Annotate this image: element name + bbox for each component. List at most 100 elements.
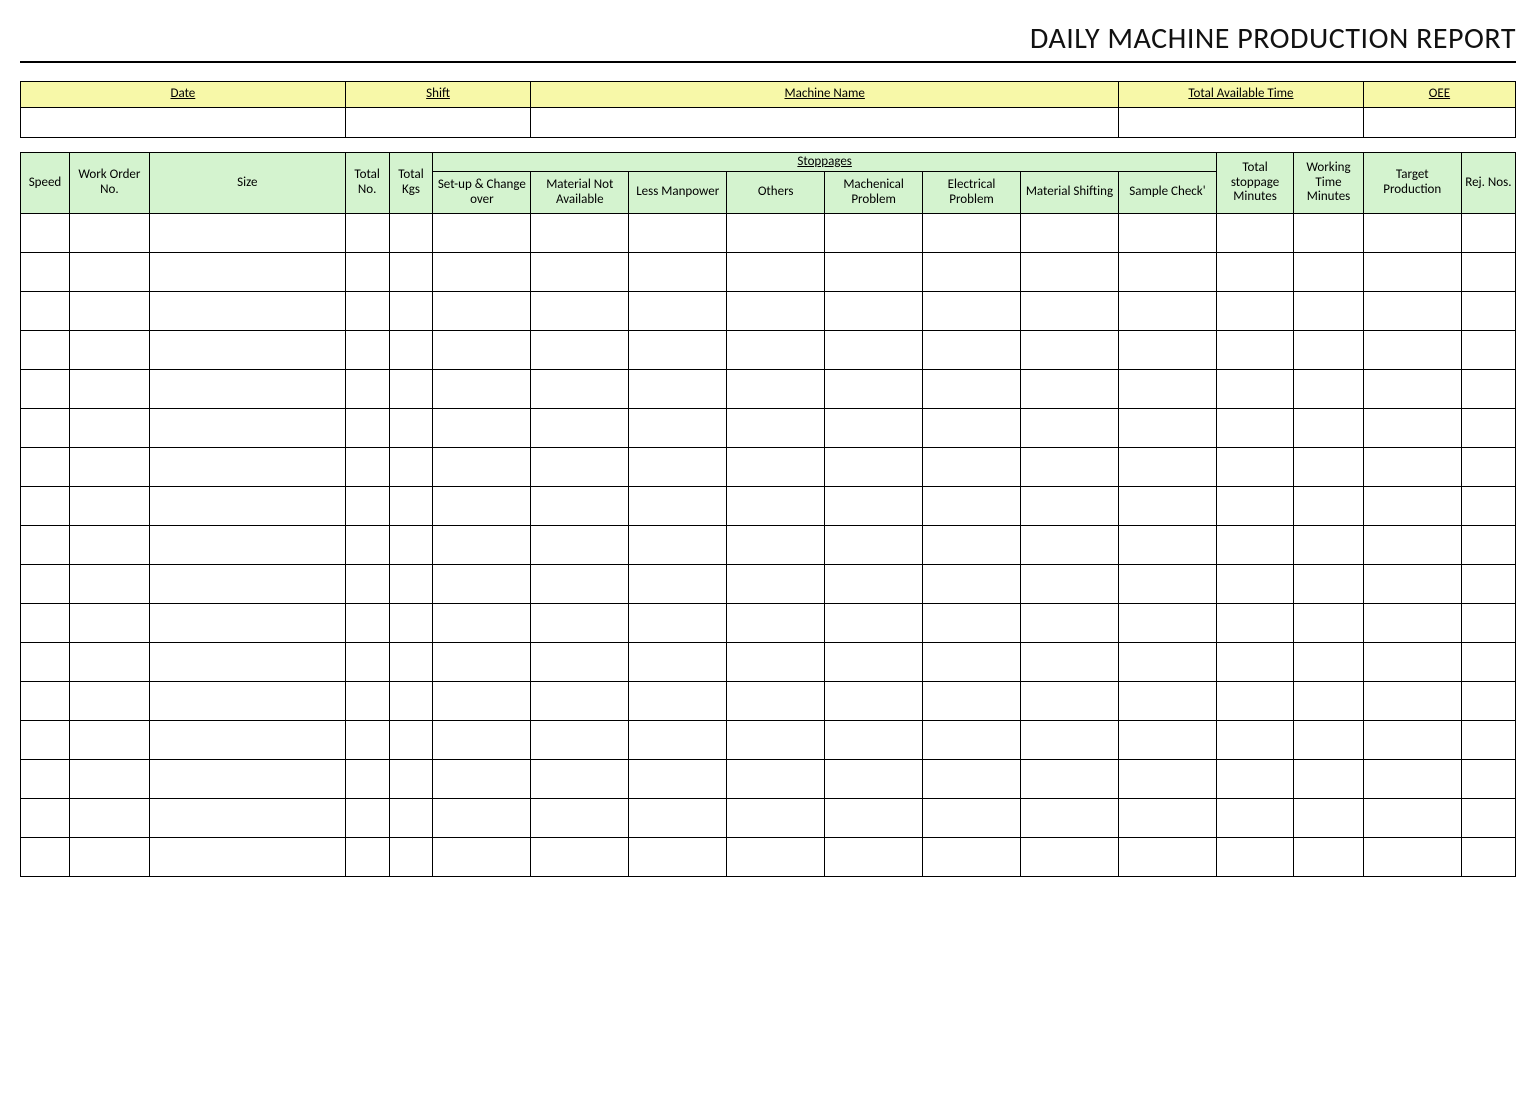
table-cell[interactable] — [389, 526, 433, 565]
table-cell[interactable] — [1294, 799, 1364, 838]
table-cell[interactable] — [1021, 643, 1119, 682]
table-cell[interactable] — [1461, 487, 1515, 526]
table-cell[interactable] — [1461, 565, 1515, 604]
info-value-oee[interactable] — [1363, 108, 1515, 138]
table-cell[interactable] — [531, 331, 629, 370]
table-cell[interactable] — [1294, 604, 1364, 643]
table-cell[interactable] — [1216, 643, 1293, 682]
table-cell[interactable] — [825, 292, 923, 331]
table-cell[interactable] — [1021, 487, 1119, 526]
table-cell[interactable] — [345, 331, 389, 370]
table-cell[interactable] — [531, 370, 629, 409]
table-cell[interactable] — [21, 409, 70, 448]
table-cell[interactable] — [21, 292, 70, 331]
table-cell[interactable] — [149, 799, 345, 838]
table-cell[interactable] — [1021, 448, 1119, 487]
table-cell[interactable] — [433, 604, 531, 643]
table-cell[interactable] — [825, 370, 923, 409]
table-cell[interactable] — [923, 487, 1021, 526]
table-cell[interactable] — [531, 214, 629, 253]
table-cell[interactable] — [21, 604, 70, 643]
table-cell[interactable] — [389, 331, 433, 370]
table-cell[interactable] — [1294, 760, 1364, 799]
table-cell[interactable] — [1021, 760, 1119, 799]
table-cell[interactable] — [727, 760, 825, 799]
table-cell[interactable] — [1294, 370, 1364, 409]
table-cell[interactable] — [433, 448, 531, 487]
table-cell[interactable] — [1363, 838, 1461, 877]
table-cell[interactable] — [1118, 526, 1216, 565]
table-cell[interactable] — [629, 409, 727, 448]
table-cell[interactable] — [531, 760, 629, 799]
table-cell[interactable] — [531, 799, 629, 838]
table-cell[interactable] — [1461, 604, 1515, 643]
table-cell[interactable] — [69, 526, 149, 565]
table-cell[interactable] — [1118, 409, 1216, 448]
table-cell[interactable] — [1118, 760, 1216, 799]
table-cell[interactable] — [531, 565, 629, 604]
table-cell[interactable] — [433, 682, 531, 721]
table-cell[interactable] — [923, 643, 1021, 682]
table-cell[interactable] — [1118, 448, 1216, 487]
table-cell[interactable] — [1461, 721, 1515, 760]
table-cell[interactable] — [727, 799, 825, 838]
table-cell[interactable] — [727, 292, 825, 331]
table-cell[interactable] — [1216, 604, 1293, 643]
table-cell[interactable] — [531, 448, 629, 487]
table-cell[interactable] — [825, 799, 923, 838]
table-cell[interactable] — [433, 760, 531, 799]
table-cell[interactable] — [433, 487, 531, 526]
table-cell[interactable] — [1461, 214, 1515, 253]
table-cell[interactable] — [1118, 643, 1216, 682]
table-cell[interactable] — [825, 565, 923, 604]
table-cell[interactable] — [531, 604, 629, 643]
table-cell[interactable] — [433, 370, 531, 409]
table-cell[interactable] — [531, 526, 629, 565]
table-cell[interactable] — [21, 487, 70, 526]
table-cell[interactable] — [433, 565, 531, 604]
table-cell[interactable] — [345, 565, 389, 604]
table-cell[interactable] — [389, 760, 433, 799]
table-cell[interactable] — [1021, 292, 1119, 331]
table-cell[interactable] — [923, 253, 1021, 292]
table-cell[interactable] — [1294, 721, 1364, 760]
table-cell[interactable] — [923, 370, 1021, 409]
table-cell[interactable] — [345, 409, 389, 448]
table-cell[interactable] — [727, 643, 825, 682]
table-cell[interactable] — [149, 643, 345, 682]
table-cell[interactable] — [1461, 643, 1515, 682]
table-cell[interactable] — [629, 682, 727, 721]
table-cell[interactable] — [433, 526, 531, 565]
table-cell[interactable] — [1118, 253, 1216, 292]
table-cell[interactable] — [825, 604, 923, 643]
table-cell[interactable] — [1216, 760, 1293, 799]
table-cell[interactable] — [21, 799, 70, 838]
table-cell[interactable] — [1216, 409, 1293, 448]
table-cell[interactable] — [389, 253, 433, 292]
table-cell[interactable] — [345, 292, 389, 331]
table-cell[interactable] — [1021, 214, 1119, 253]
table-cell[interactable] — [1461, 838, 1515, 877]
table-cell[interactable] — [1461, 370, 1515, 409]
table-cell[interactable] — [149, 214, 345, 253]
table-cell[interactable] — [1216, 214, 1293, 253]
table-cell[interactable] — [1216, 292, 1293, 331]
table-cell[interactable] — [1021, 253, 1119, 292]
table-cell[interactable] — [433, 838, 531, 877]
table-cell[interactable] — [21, 526, 70, 565]
table-cell[interactable] — [389, 682, 433, 721]
table-cell[interactable] — [1461, 799, 1515, 838]
table-cell[interactable] — [389, 565, 433, 604]
info-value-date[interactable] — [21, 108, 346, 138]
table-cell[interactable] — [531, 292, 629, 331]
table-cell[interactable] — [1363, 799, 1461, 838]
table-cell[interactable] — [433, 292, 531, 331]
table-cell[interactable] — [1294, 214, 1364, 253]
table-cell[interactable] — [1021, 604, 1119, 643]
table-cell[interactable] — [345, 487, 389, 526]
table-cell[interactable] — [531, 838, 629, 877]
table-cell[interactable] — [629, 799, 727, 838]
table-cell[interactable] — [69, 643, 149, 682]
table-cell[interactable] — [825, 448, 923, 487]
table-cell[interactable] — [149, 682, 345, 721]
